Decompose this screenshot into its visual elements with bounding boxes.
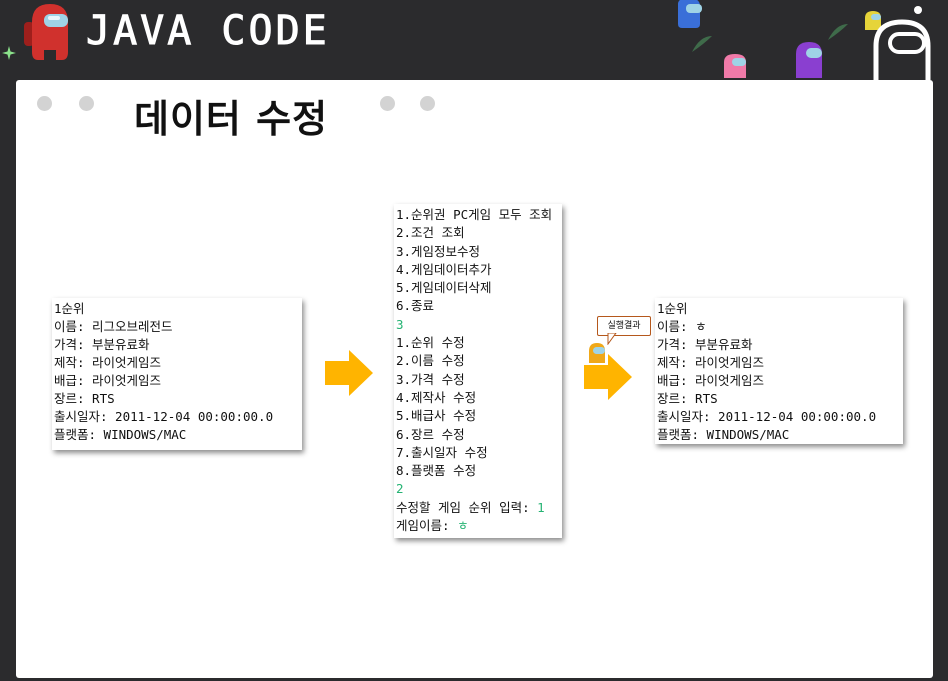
leaf-icon <box>692 36 712 52</box>
console-line: 4.게임데이터추가 <box>396 261 492 277</box>
console-line: 5.배급사 수정 <box>396 408 477 424</box>
decor-dot <box>37 96 52 111</box>
decor-dot <box>420 96 435 111</box>
console-before: 1순위 이름: 리그오브레전드 가격: 부분유료화 제작: 라이엇게임즈 배급:… <box>52 298 302 450</box>
console-line: 이름: 리그오브레전드 <box>54 319 173 334</box>
console-line: 이름: ㅎ <box>655 318 903 336</box>
console-label: 이름: <box>657 319 696 334</box>
sparkle-icon <box>2 46 16 60</box>
slide-title: 데이터 수정 <box>134 97 329 141</box>
console-input: ㅎ <box>457 518 469 534</box>
console-line: 배급: 라이엇게임즈 <box>657 373 765 388</box>
console-line: 플랫폼: WINDOWS/MAC <box>54 427 187 442</box>
console-line: 1순위 <box>657 301 688 316</box>
console-line: 3.가격 수정 <box>396 371 465 387</box>
console-line: 1.순위 수정 <box>396 335 465 351</box>
console-prompt-line: 게임이름: ㅎ <box>394 517 562 535</box>
console-line: 제작: 라이엇게임즈 <box>657 355 765 370</box>
decor-dot <box>79 96 94 111</box>
console-line: 5.게임데이터삭제 <box>396 280 492 296</box>
console-line: 4.제작사 수정 <box>396 389 477 405</box>
console-line: 3.게임정보수정 <box>396 243 481 259</box>
console-line: 출시일자: 2011-12-04 00:00:00.0 <box>657 409 877 424</box>
console-line: 7.출시일자 수정 <box>396 444 488 460</box>
leaf-icon <box>828 24 848 40</box>
console-input: 1 <box>537 499 545 515</box>
console-line: 장르: RTS <box>657 391 718 406</box>
console-line: 장르: RTS <box>54 391 115 406</box>
callout-tail-icon <box>607 333 617 345</box>
console-menu: 1.순위권 PC게임 모두 조회 2.조건 조회 3.게임정보수정 4.게임데이… <box>394 204 562 538</box>
console-line: 6.장르 수정 <box>396 426 465 442</box>
console-input: 3 <box>396 316 404 332</box>
decor-dot <box>380 96 395 111</box>
console-line: 출시일자: 2011-12-04 00:00:00.0 <box>54 409 274 424</box>
brand-title: JAVA CODE <box>86 8 330 55</box>
console-line: 배급: 라이엇게임즈 <box>54 373 162 388</box>
console-line: 제작: 라이엇게임즈 <box>54 355 162 370</box>
console-value: ㅎ <box>695 319 707 334</box>
console-prompt: 게임이름: <box>396 518 458 534</box>
console-line: 6.종료 <box>396 298 435 314</box>
console-line: 8.플랫폼 수정 <box>396 463 477 479</box>
arrow-right-icon <box>584 354 632 400</box>
console-line: 2.조건 조회 <box>396 225 465 241</box>
console-line: 가격: 부분유료화 <box>54 337 150 352</box>
console-line: 플랫폼: WINDOWS/MAC <box>657 427 790 442</box>
console-prompt-line: 수정할 게임 순위 입력: 1 <box>394 499 562 517</box>
arrow-right-icon <box>325 350 373 396</box>
star-icon <box>914 6 922 14</box>
console-prompt: 수정할 게임 순위 입력: <box>396 499 538 515</box>
console-line: 2.이름 수정 <box>396 353 465 369</box>
console-input: 2 <box>396 481 404 497</box>
crewmate-red-icon <box>24 4 68 60</box>
console-line: 1.순위권 PC게임 모두 조회 <box>396 207 553 222</box>
crewmate-blue-icon <box>678 0 702 28</box>
console-line: 가격: 부분유료화 <box>657 337 753 352</box>
crewmate-purple-icon <box>796 42 822 78</box>
console-after: 1순위 이름: ㅎ 가격: 부분유료화 제작: 라이엇게임즈 배급: 라이엇게임… <box>655 298 903 444</box>
crewmate-white-outline-icon <box>873 19 931 80</box>
console-line: 1순위 <box>54 301 85 316</box>
crewmate-pink-icon <box>724 54 746 78</box>
header-bar: JAVA CODE <box>0 0 948 80</box>
